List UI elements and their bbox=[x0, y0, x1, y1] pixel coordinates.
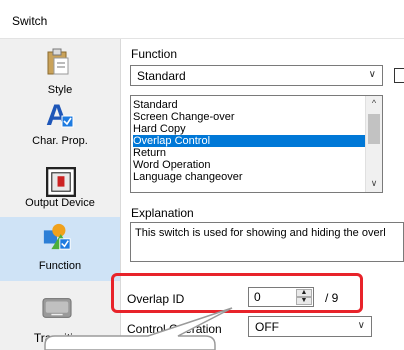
list-item[interactable]: Standard bbox=[133, 99, 178, 111]
list-item[interactable]: Return bbox=[133, 147, 166, 159]
nav-item-function[interactable]: Function bbox=[0, 217, 120, 281]
explanation-text-content: This switch is used for showing and hidi… bbox=[135, 227, 386, 239]
output-device-icon bbox=[46, 167, 76, 197]
listbox-scrollbar[interactable]: ^ ∨ bbox=[365, 96, 382, 192]
explanation-label: Explanation bbox=[131, 206, 194, 220]
function-listbox[interactable]: Standard Screen Change-over Hard Copy Ov… bbox=[130, 95, 383, 193]
scroll-down-icon[interactable]: ∨ bbox=[366, 178, 382, 189]
nav-item-label: Char. Prop. bbox=[32, 135, 88, 147]
title-bar: Switch bbox=[0, 0, 404, 39]
function-select[interactable]: Standard ∨ bbox=[130, 65, 383, 86]
clipboard-icon bbox=[47, 48, 69, 75]
callout-bubble bbox=[44, 307, 233, 350]
nav-item-style[interactable]: Style bbox=[0, 39, 120, 99]
window-title: Switch bbox=[12, 14, 48, 28]
list-item[interactable]: Language changeover bbox=[133, 171, 242, 183]
scroll-thumb[interactable] bbox=[368, 114, 380, 144]
list-item-selected[interactable]: Overlap Control bbox=[133, 135, 370, 147]
spin-up-icon[interactable]: ▲ bbox=[296, 289, 312, 297]
nav-item-label: Function bbox=[38, 260, 82, 272]
list-item[interactable]: Screen Change-over bbox=[133, 111, 235, 123]
function-shapes-icon bbox=[43, 223, 71, 250]
nav-item-label: Style bbox=[47, 84, 73, 96]
checkbox[interactable] bbox=[394, 68, 404, 83]
list-item[interactable]: Word Operation bbox=[133, 159, 210, 171]
nav-item-label: Output Device bbox=[25, 197, 95, 209]
nav-item-output-device[interactable]: Output Device bbox=[0, 159, 120, 213]
function-select-value: Standard bbox=[137, 69, 186, 83]
explanation-text: This switch is used for showing and hidi… bbox=[130, 222, 404, 262]
function-label: Function bbox=[131, 47, 178, 61]
chevron-down-icon: ∨ bbox=[368, 69, 376, 80]
scroll-up-icon[interactable]: ^ bbox=[366, 98, 382, 108]
list-item[interactable]: Hard Copy bbox=[133, 123, 186, 135]
font-letter-icon: A bbox=[46, 99, 74, 129]
nav-item-char-prop[interactable]: A Char. Prop. bbox=[0, 99, 120, 159]
